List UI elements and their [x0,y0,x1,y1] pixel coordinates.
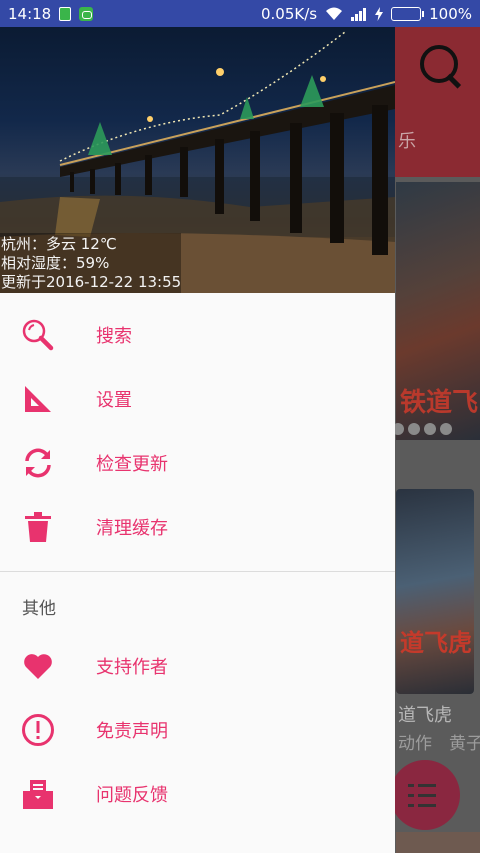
navigation-drawer: 杭州：多云 12℃ 相对湿度：59% 更新于2016-12-22 13:55 搜… [0,27,395,853]
menu-item-clear-cache[interactable]: 清理缓存 [0,495,395,559]
background-movie-subtitle: 动作 黄子韬 [398,734,480,754]
menu-label-disclaimer: 免责声明 [96,721,168,742]
signal-icon [351,7,367,21]
menu-item-check-update[interactable]: 检查更新 [0,431,395,495]
menu-item-feedback[interactable]: 问题反馈 [0,762,395,826]
menu-label-search: 搜索 [96,326,132,347]
drawer-menu: 搜索 设置 检查更新 清理缓存 其他 支持作者 免责声明 问题反馈 [0,293,395,826]
notification-app-icon [79,6,94,21]
menu-item-settings[interactable]: 设置 [0,367,395,431]
menu-label-support-author: 支持作者 [96,657,168,678]
drawer-header: 杭州：多云 12℃ 相对湿度：59% 更新于2016-12-22 13:55 [0,27,395,293]
menu-label-check-update: 检查更新 [96,454,168,475]
banner-dot [424,423,436,435]
background-banner-dots [392,423,452,435]
background-fab-menu-icon [390,760,460,830]
menu-item-search[interactable]: 搜索 [0,303,395,367]
menu-label-feedback: 问题反馈 [96,785,168,806]
alert-icon [0,713,96,747]
banner-dot [408,423,420,435]
background-search-icon [418,43,464,89]
menu-item-disclaimer[interactable]: 免责声明 [0,698,395,762]
weather-updated: 更新于2016-12-22 13:55 [1,273,182,291]
charging-icon [375,6,384,21]
wifi-icon [326,7,343,20]
battery-icon [391,6,425,21]
menu-item-support-author[interactable]: 支持作者 [0,634,395,698]
weather-city: 杭州：多云 12℃ [1,235,117,253]
heart-icon [0,652,96,680]
menu-label-clear-cache: 清理缓存 [96,518,168,539]
banner-dot [440,423,452,435]
background-thumbnail [396,832,480,853]
weather-humidity: 相对湿度：59% [1,254,110,272]
battery-percent: 100% [429,4,472,23]
background-poster2-title: 道飞虎 [400,629,472,657]
trash-icon [0,511,96,543]
set-square-icon [0,383,96,415]
weather-info: 杭州：多云 12℃ 相对湿度：59% 更新于2016-12-22 13:55 [0,233,182,293]
background-movie-title: 道飞虎 [398,705,452,726]
background-banner-poster: 铁道飞 [396,182,480,440]
network-speed: 0.05K/s [261,4,318,23]
search-icon [0,318,96,352]
section-title-other: 其他 [22,599,56,619]
refresh-icon [0,446,96,480]
feedback-icon [0,778,96,810]
background-movie-poster: 道飞虎 [396,489,474,694]
background-poster-title: 铁道飞 [400,388,479,418]
menu-label-settings: 设置 [96,390,132,411]
status-bar: 14:18 0.05K/s 100% [0,0,480,27]
background-tab-label: 乐 [398,131,416,152]
status-time: 14:18 [8,4,52,23]
sim-icon [59,6,72,21]
